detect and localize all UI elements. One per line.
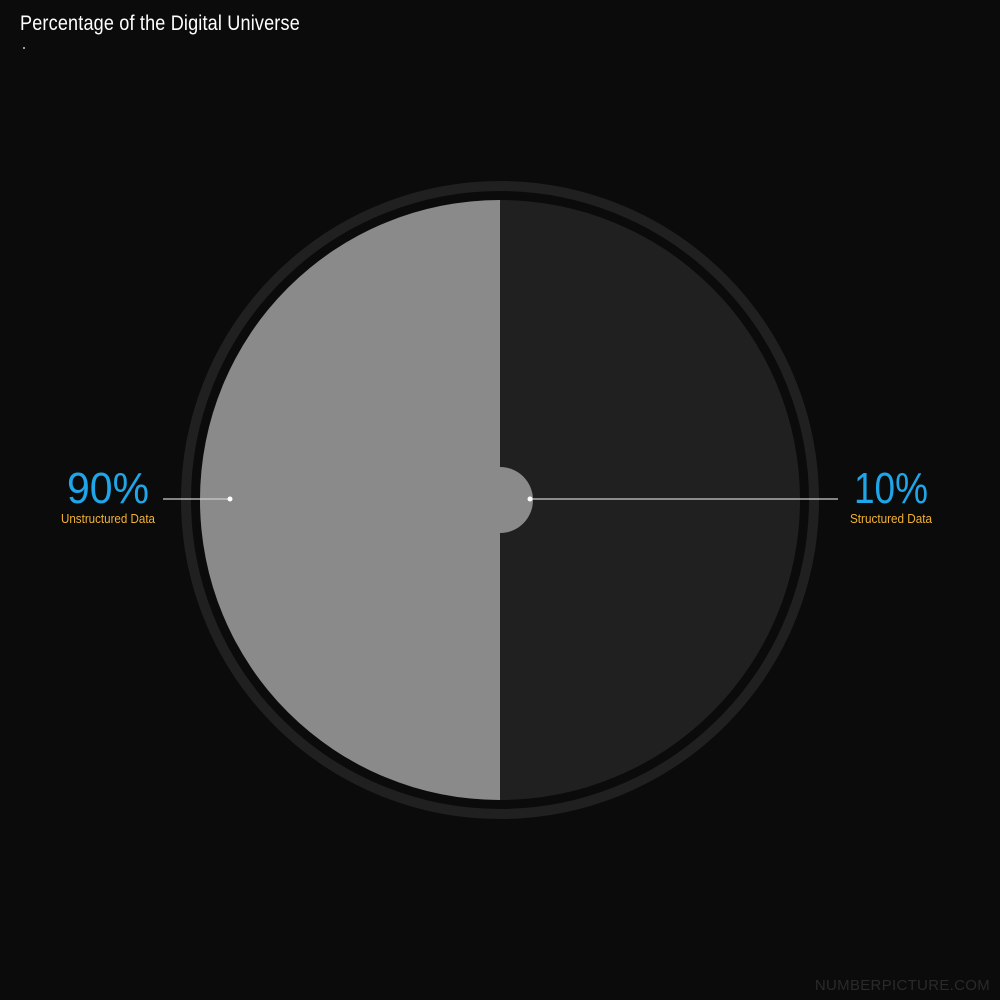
- percent-structured: 10%: [854, 464, 928, 513]
- slice-unstructured: [200, 200, 500, 800]
- label-unstructured: Unstructured Data: [61, 512, 155, 526]
- watermark: NUMBERPICTURE.COM: [814, 977, 990, 994]
- leader-dot-unstructured: [227, 496, 233, 502]
- label-structured: Structured Data: [850, 512, 932, 526]
- leader-dot-structured: [527, 496, 533, 502]
- pie-chart: 90% Unstructured Data 10% Structured Dat…: [61, 181, 932, 819]
- percent-unstructured: 90%: [67, 464, 149, 513]
